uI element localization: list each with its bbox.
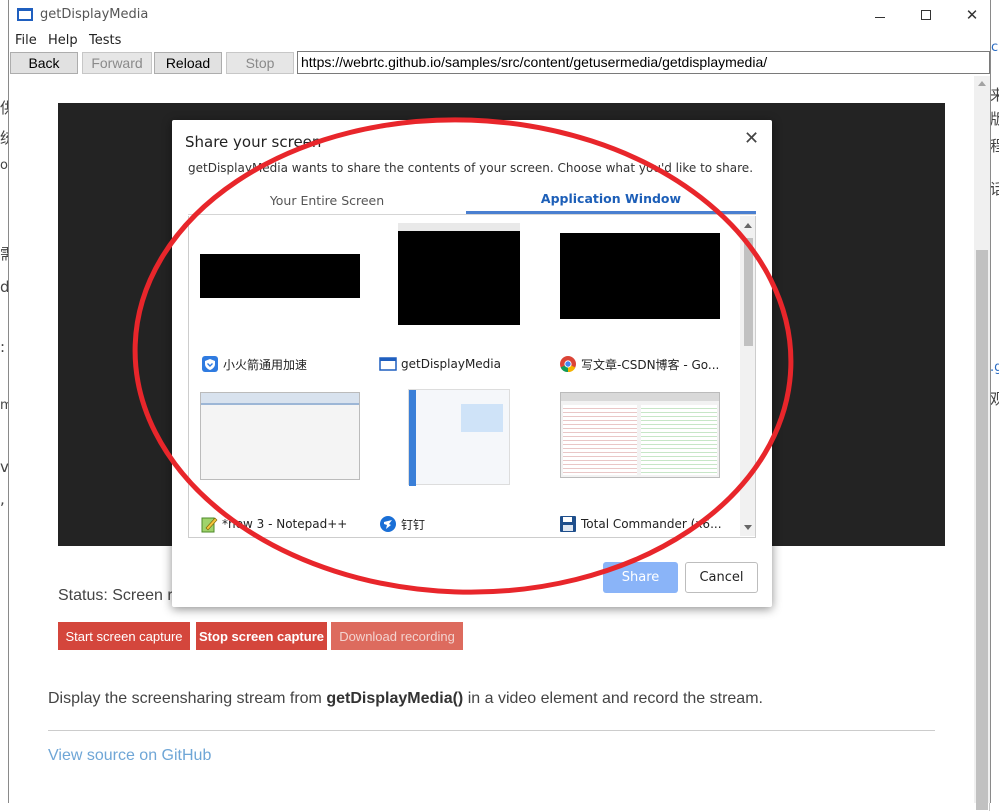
reload-button[interactable]: Reload	[154, 52, 222, 74]
window-option-label: 钉钉	[379, 515, 425, 533]
bg-text-fragment: .g	[990, 360, 999, 375]
bg-text-fragment: 程	[990, 137, 999, 155]
close-window-button[interactable]: ✕	[949, 0, 995, 30]
menu-bar: File Help Tests	[9, 32, 990, 50]
nav-toolbar: Back Forward Reload Stop https://webrtc.…	[9, 51, 990, 75]
window-thumbnail	[560, 233, 720, 319]
stop-button[interactable]: Stop	[226, 52, 294, 74]
menu-file[interactable]: File	[15, 33, 37, 48]
notepad-icon	[201, 517, 218, 533]
download-recording-button[interactable]: Download recording	[331, 622, 463, 650]
dialog-title: Share your screen	[185, 133, 322, 151]
floppy-icon	[560, 516, 576, 532]
thumb-left-pane	[563, 405, 637, 475]
window-title-text: *new 3 - Notepad++	[222, 517, 348, 531]
scroll-up-icon[interactable]	[744, 223, 752, 228]
url-field[interactable]: https://webrtc.github.io/samples/src/con…	[297, 51, 990, 74]
share-screen-dialog: Share your screen ✕ getDisplayMedia want…	[172, 120, 772, 607]
back-button[interactable]: Back	[10, 52, 78, 74]
window-option-label: *new 3 - Notepad++	[200, 515, 347, 533]
maximize-icon	[921, 10, 931, 20]
window-option-label: getDisplayMedia	[379, 355, 501, 373]
cancel-button[interactable]: Cancel	[685, 562, 758, 593]
window-option-dingtalk[interactable]: 钉钉	[379, 389, 549, 537]
scroll-up-icon[interactable]	[978, 81, 986, 86]
github-source-link[interactable]: View source on GitHub	[48, 747, 211, 765]
bg-text-fragment: c	[991, 40, 999, 55]
thumb-tabs	[201, 403, 359, 405]
scroll-thumb[interactable]	[744, 238, 753, 346]
tab-application-window[interactable]: Application Window	[466, 186, 756, 214]
bg-text-fragment: :	[0, 338, 6, 356]
start-capture-button[interactable]: Start screen capture	[58, 622, 190, 650]
window-option-label: Total Commander (x6...	[559, 515, 722, 533]
close-icon: ✕	[965, 6, 979, 24]
window-title-text: 钉钉	[401, 517, 426, 532]
window-icon	[379, 357, 397, 371]
dialog-subtitle: getDisplayMedia wants to share the conte…	[188, 161, 754, 175]
divider	[48, 730, 935, 731]
window-title: getDisplayMedia	[40, 7, 149, 22]
maximize-button[interactable]	[903, 0, 949, 30]
window-list: 小火箭通用加速 getDisplayMedia 写文章-CSDN博客 - Go.…	[188, 216, 756, 538]
share-tabs: Your Entire Screen Application Window	[188, 186, 756, 216]
chrome-icon	[560, 356, 576, 373]
page-scrollbar[interactable]	[974, 76, 990, 810]
window-option-label: 小火箭通用加速	[201, 355, 307, 373]
window-title-text: getDisplayMedia	[401, 357, 501, 371]
scroll-down-icon[interactable]	[744, 525, 752, 530]
shield-icon	[202, 356, 218, 372]
bg-text-fragment: ,	[0, 490, 5, 508]
stop-capture-button[interactable]: Stop screen capture	[196, 622, 327, 650]
page-description: Display the screensharing stream from ge…	[48, 690, 763, 708]
dingtalk-icon	[380, 516, 396, 532]
window-option-label: 写文章-CSDN博客 - Go...	[559, 355, 719, 373]
bg-text-fragment: 观	[990, 390, 999, 408]
window-title-text: 小火箭通用加速	[223, 357, 308, 372]
menu-tests[interactable]: Tests	[89, 33, 121, 48]
window-option-notepadpp[interactable]: *new 3 - Notepad++	[199, 391, 369, 537]
window-thumbnail	[200, 254, 360, 298]
window-title-text: 写文章-CSDN博客 - Go...	[581, 357, 720, 372]
description-code: getDisplayMedia()	[326, 690, 464, 707]
window-list-scrollbar[interactable]	[740, 216, 755, 536]
window-thumbnail	[408, 389, 510, 486]
window-option-getdisplaymedia[interactable]: getDisplayMedia	[379, 223, 549, 388]
window-option-csdn[interactable]: 写文章-CSDN博客 - Go...	[559, 228, 729, 388]
description-suffix: in a video element and record the stream…	[463, 690, 763, 707]
bg-text-fragment: 来	[990, 86, 999, 104]
title-bar: getDisplayMedia ✕	[9, 0, 990, 32]
window-thumbnail	[560, 392, 720, 478]
dialog-close-icon[interactable]: ✕	[744, 128, 759, 149]
tab-entire-screen[interactable]: Your Entire Screen	[188, 186, 466, 214]
forward-button[interactable]: Forward	[82, 52, 152, 74]
status-text: Status: Screen re	[58, 587, 182, 604]
thumb-toolbar	[201, 393, 359, 403]
share-button[interactable]: Share	[603, 562, 678, 593]
scroll-thumb[interactable]	[976, 250, 988, 810]
thumb-sidebar	[409, 390, 416, 486]
window-thumbnail	[398, 223, 520, 325]
description-prefix: Display the screensharing stream from	[48, 690, 327, 707]
window-thumbnail	[200, 392, 360, 480]
window-option-totalcommander[interactable]: Total Commander (x6...	[559, 391, 729, 537]
thumb-toolbar	[398, 223, 520, 231]
tab-divider	[188, 214, 756, 215]
minimize-icon	[875, 16, 885, 18]
thumb-toolbar	[561, 393, 719, 401]
thumb-panel	[461, 404, 503, 432]
window-option-rocket[interactable]: 小火箭通用加速	[199, 228, 369, 388]
bg-text-fragment: 话	[990, 180, 999, 198]
window-title-text: Total Commander (x6...	[581, 517, 722, 531]
app-window-icon	[17, 8, 33, 21]
bg-text-fragment: 版	[990, 110, 999, 128]
menu-help[interactable]: Help	[48, 33, 78, 48]
minimize-button[interactable]	[857, 0, 903, 30]
thumb-right-pane	[641, 405, 717, 475]
